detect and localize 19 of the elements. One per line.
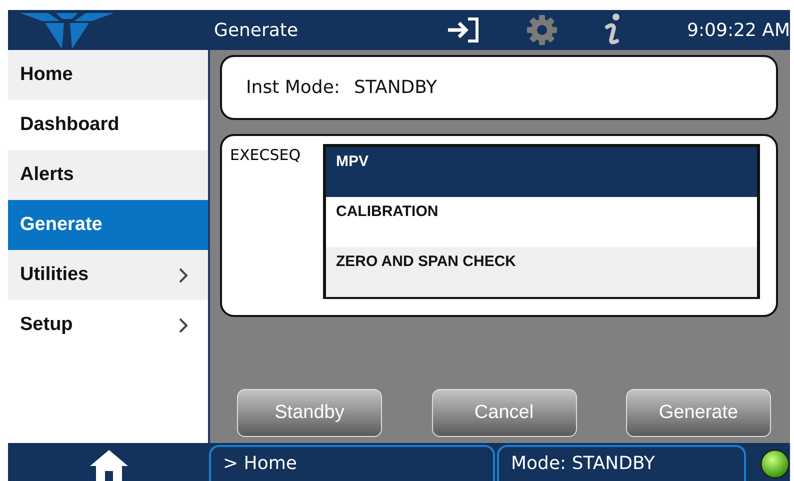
logo-icon [20,11,114,49]
list-item[interactable]: MPV [326,147,757,197]
exit-icon[interactable] [446,17,480,43]
breadcrumb[interactable]: > Home [209,445,495,481]
sidebar-item[interactable]: Utilities [8,250,208,300]
clock-time: 9:09:22 AM [687,20,790,40]
info-icon[interactable] [604,13,622,47]
sidebar-item[interactable]: Alerts [8,150,208,200]
sequence-label: EXECSEQ [230,145,302,164]
page-title: Generate [213,20,300,40]
sidebar-item[interactable]: Home [8,50,208,100]
mode-value: STANDBY [354,77,438,98]
settings-icon[interactable] [526,14,558,46]
mode-label: Inst Mode: [246,77,340,98]
sidebar-item[interactable]: Generate [8,200,208,250]
status-led-icon [760,449,790,479]
list-item[interactable]: ZERO AND SPAN CHECK [326,247,757,297]
mode-status: Mode: STANDBY [497,445,746,481]
home-icon[interactable] [88,449,128,481]
